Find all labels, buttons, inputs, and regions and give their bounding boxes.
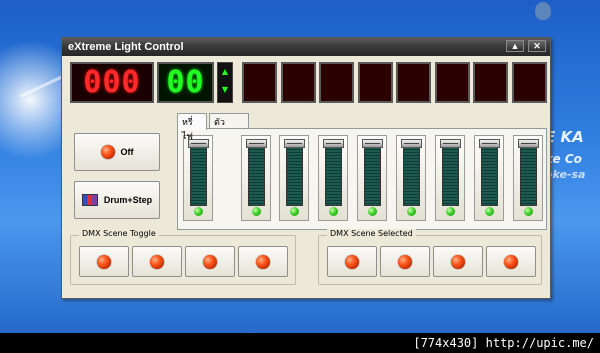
- fader-knob[interactable]: [401, 139, 422, 148]
- fader-knob[interactable]: [323, 139, 344, 148]
- channel-display-cell: [242, 62, 277, 103]
- scene-toggle-button[interactable]: [79, 246, 129, 277]
- green-led-icon: [329, 207, 338, 216]
- fader-knob[interactable]: [479, 139, 500, 148]
- red-led-icon: [345, 254, 359, 269]
- channel-display-cell: [473, 62, 508, 103]
- green-led-icon: [407, 207, 416, 216]
- dimmer-fader[interactable]: [357, 135, 387, 221]
- green-led-icon: [446, 207, 455, 216]
- red-led-icon: [150, 254, 164, 269]
- tab-options[interactable]: ตัวเลือก: [209, 113, 249, 142]
- red-led-icon: [451, 254, 465, 269]
- footer-site[interactable]: http://upic.me/: [486, 336, 594, 350]
- minimize-button[interactable]: ▲: [506, 40, 524, 52]
- fader-knob[interactable]: [440, 139, 461, 148]
- drum-step-button-label: Drum+Step: [103, 195, 153, 205]
- dimmer-fader[interactable]: [183, 135, 213, 221]
- drum-step-button[interactable]: Drum+Step: [74, 181, 160, 219]
- channel-display-cell: [357, 62, 393, 103]
- fader-knob[interactable]: [518, 139, 539, 148]
- window-title: eXtreme Light Control: [68, 41, 184, 53]
- drum-icon: [81, 194, 98, 206]
- title-bar[interactable]: eXtreme Light Control ▲ ✕: [62, 38, 550, 56]
- scene-select-button[interactable]: [433, 246, 483, 277]
- fader-knob[interactable]: [246, 139, 267, 148]
- dmx-scene-selected-group: DMX Scene Selected: [318, 229, 542, 285]
- fader-track[interactable]: [286, 142, 303, 206]
- red-led-icon: [97, 254, 111, 269]
- green-led-icon: [290, 207, 299, 216]
- dimmer-panel: [177, 128, 547, 230]
- channel-display-cell: [396, 62, 431, 103]
- fader-knob[interactable]: [284, 139, 305, 148]
- dimmer-fader[interactable]: [513, 135, 543, 221]
- green-led-icon: [368, 207, 377, 216]
- dimmer-fader[interactable]: [241, 135, 271, 221]
- dimmer-fader[interactable]: [435, 135, 465, 221]
- channel-display-cell: [434, 62, 470, 103]
- red-seven-segment-display: 000: [70, 62, 154, 103]
- red-led-icon: [398, 254, 412, 269]
- scene-select-button[interactable]: [380, 246, 430, 277]
- red-led-icon: [504, 254, 518, 269]
- tab-dimmer[interactable]: หรี่ไฟ: [177, 113, 207, 142]
- red-led-icon: [203, 254, 217, 269]
- dmx-scene-toggle-group: DMX Scene Toggle: [70, 229, 296, 285]
- red-led-icon: [100, 145, 115, 159]
- scene-toggle-button[interactable]: [185, 246, 235, 277]
- green-led-icon: [252, 207, 261, 216]
- green-led-icon: [485, 207, 494, 216]
- dimmer-fader[interactable]: [396, 135, 426, 221]
- fader-knob[interactable]: [362, 139, 383, 148]
- value-stepper[interactable]: ▲ ▼: [217, 62, 233, 103]
- dimmer-fader[interactable]: [279, 135, 309, 221]
- desktop-balloon: [535, 2, 551, 20]
- scene-select-button[interactable]: [486, 246, 536, 277]
- dimmer-fader[interactable]: [474, 135, 504, 221]
- desktop-bg-text-3: oke-sa: [545, 168, 586, 181]
- fader-track[interactable]: [325, 142, 342, 206]
- light-control-window: eXtreme Light Control ▲ ✕ 000 00 ▲ ▼ Off…: [61, 37, 551, 299]
- fader-track[interactable]: [248, 142, 265, 206]
- green-led-icon: [194, 207, 203, 216]
- dmx-scene-selected-label: DMX Scene Selected: [327, 229, 416, 238]
- footer-resolution: [774x430]: [413, 336, 479, 350]
- scene-toggle-button[interactable]: [238, 246, 288, 277]
- channel-display-cell: [511, 62, 547, 103]
- off-button-label: Off: [120, 147, 134, 157]
- fader-track[interactable]: [364, 142, 381, 206]
- dimmer-fader[interactable]: [318, 135, 348, 221]
- green-led-icon: [524, 207, 533, 216]
- green-seven-segment-display: 00: [157, 62, 214, 103]
- fader-track[interactable]: [520, 142, 537, 206]
- off-button[interactable]: Off: [74, 133, 160, 171]
- fader-track[interactable]: [442, 142, 459, 206]
- arrow-down-icon[interactable]: ▼: [218, 81, 232, 99]
- footer-bar: [774x430] http://upic.me/: [0, 333, 600, 353]
- close-button[interactable]: ✕: [528, 40, 546, 52]
- dmx-scene-toggle-label: DMX Scene Toggle: [79, 229, 159, 238]
- scene-select-button[interactable]: [327, 246, 377, 277]
- fader-track[interactable]: [403, 142, 420, 206]
- fader-track[interactable]: [481, 142, 498, 206]
- fader-track[interactable]: [190, 142, 207, 206]
- arrow-up-icon[interactable]: ▲: [218, 63, 232, 81]
- red-led-icon: [256, 254, 270, 269]
- scene-toggle-button[interactable]: [132, 246, 182, 277]
- channel-display-cell: [280, 62, 316, 103]
- channel-display-cell: [319, 62, 354, 103]
